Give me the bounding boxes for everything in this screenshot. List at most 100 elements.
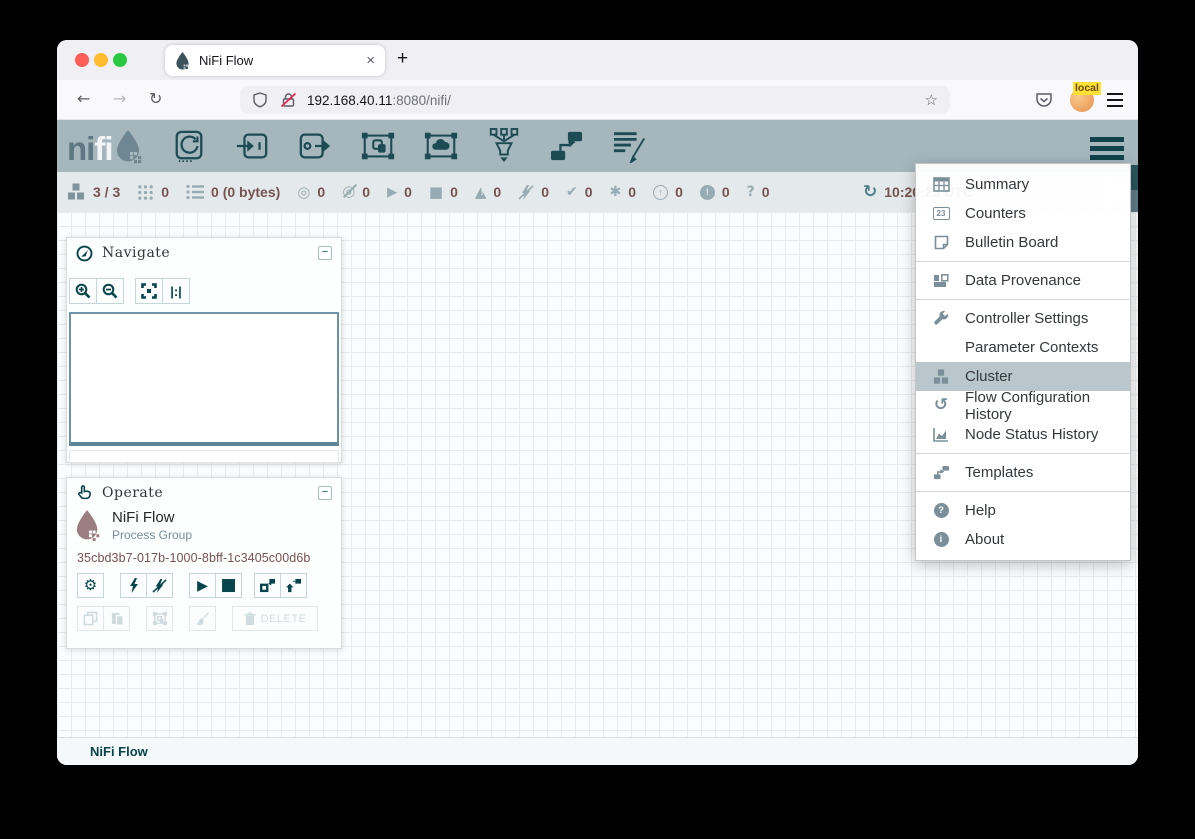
- status-running: ▶0: [387, 184, 412, 200]
- zoom-fit-button[interactable]: [135, 278, 163, 304]
- area-chart-icon: [930, 427, 952, 442]
- label-component-icon[interactable]: [610, 127, 650, 165]
- logo-text-ni: ni: [67, 134, 94, 164]
- zoom-in-button[interactable]: [69, 278, 97, 304]
- browser-menu-icon[interactable]: [1107, 93, 1123, 107]
- stopped-icon: ■: [429, 185, 443, 200]
- menu-separator: [916, 453, 1130, 454]
- url-text[interactable]: 192.168.40.11:8080/nifi/: [307, 93, 925, 108]
- start-button[interactable]: ▶: [189, 573, 216, 598]
- stop-button[interactable]: ■: [215, 573, 242, 598]
- menu-item-counters[interactable]: 23 Counters: [916, 199, 1130, 228]
- new-tab-button[interactable]: +: [397, 48, 408, 70]
- output-port-component-icon[interactable]: [295, 127, 335, 165]
- menu-item-node-status-history[interactable]: Node Status History: [916, 420, 1130, 449]
- menu-separator: [916, 491, 1130, 492]
- save-template-button[interactable]: [254, 573, 281, 598]
- disable-button[interactable]: [146, 573, 173, 598]
- delete-button[interactable]: DELETE: [232, 606, 318, 631]
- summary-table-icon: [930, 177, 952, 192]
- pocket-icon[interactable]: [1035, 92, 1053, 108]
- controller-settings-wrench-icon: [930, 311, 952, 327]
- status-up-to-date: ✔0: [566, 184, 593, 200]
- logo-text-fi: fi: [94, 134, 112, 164]
- operate-panel-title: Operate: [102, 485, 309, 501]
- status-locally-modified-stale: !0: [700, 184, 730, 200]
- menu-item-flow-configuration-history[interactable]: ↺ Flow Configuration History: [916, 391, 1130, 420]
- template-component-icon[interactable]: [547, 127, 587, 165]
- status-locally-modified: ✱0: [610, 184, 637, 200]
- stale-arrow-icon: ↑: [653, 185, 668, 200]
- insecure-lock-icon[interactable]: [280, 92, 297, 108]
- paste-button[interactable]: [103, 606, 130, 631]
- navigate-compass-icon: [76, 245, 93, 262]
- url-host: 192.168.40.11: [307, 93, 392, 108]
- zoom-window-button[interactable]: [113, 53, 127, 67]
- minimap-footer: [69, 450, 339, 463]
- menu-item-data-provenance[interactable]: Data Provenance: [916, 266, 1130, 295]
- process-group-droplet-icon: [75, 508, 101, 542]
- color-brush-button[interactable]: [189, 606, 216, 631]
- status-cluster: 3 / 3: [66, 183, 120, 201]
- menu-item-about[interactable]: i About: [916, 525, 1130, 554]
- birdseye-minimap[interactable]: [69, 312, 339, 446]
- navigation-bar: ← → ↻ 192.168.40.11:8080/nifi/ ☆ local: [57, 80, 1138, 120]
- menu-item-bulletin-board[interactable]: Bulletin Board: [916, 228, 1130, 257]
- operate-collapse-button[interactable]: −: [318, 486, 332, 500]
- zoom-out-button[interactable]: [96, 278, 124, 304]
- nifi-logo: nifi: [67, 128, 143, 164]
- navigate-panel: Navigate −: [66, 237, 342, 463]
- minimize-window-button[interactable]: [94, 53, 108, 67]
- menu-item-templates[interactable]: Templates: [916, 458, 1130, 487]
- navigate-collapse-button[interactable]: −: [318, 246, 332, 260]
- back-icon[interactable]: ←: [77, 89, 90, 108]
- browser-window: NiFi Flow × + ← → ↻ 192.168.40.11:8080/n…: [57, 40, 1138, 765]
- operate-panel: Operate − NiFi Flow Process Group 35cbd3…: [66, 477, 342, 649]
- refresh-icon[interactable]: ↻: [863, 182, 877, 202]
- status-queued: 0 (0 bytes): [186, 184, 280, 200]
- queued-list-icon: [186, 184, 204, 200]
- reload-icon[interactable]: ↻: [149, 89, 162, 108]
- close-window-button[interactable]: [75, 53, 89, 67]
- copy-button[interactable]: [77, 606, 104, 631]
- cluster-icon: [66, 183, 86, 201]
- breadcrumb-label[interactable]: NiFi Flow: [90, 744, 148, 759]
- forward-icon[interactable]: →: [113, 89, 126, 108]
- header-edge-accent: [1130, 165, 1138, 190]
- menu-item-cluster[interactable]: Cluster: [916, 362, 1130, 391]
- enable-button[interactable]: [120, 573, 147, 598]
- group-button[interactable]: [146, 606, 173, 631]
- locally-modified-stale-icon: !: [700, 185, 715, 200]
- menu-item-help[interactable]: ? Help: [916, 496, 1130, 525]
- input-port-component-icon[interactable]: [232, 127, 272, 165]
- up-to-date-check-icon: ✔: [566, 185, 578, 199]
- running-icon: ▶: [387, 186, 397, 199]
- menu-item-summary[interactable]: Summary: [916, 170, 1130, 199]
- component-type: Process Group: [112, 528, 192, 542]
- process-group-component-icon[interactable]: [358, 127, 398, 165]
- component-id: 35cbd3b7-017b-1000-8bff-1c3405c00d6b: [67, 542, 341, 565]
- upload-template-button[interactable]: [280, 573, 307, 598]
- funnel-component-icon[interactable]: [484, 127, 524, 165]
- help-icon: ?: [930, 503, 952, 518]
- processor-component-icon[interactable]: [169, 127, 209, 165]
- profile-badge: local: [1073, 82, 1101, 95]
- operate-panel-header: Operate −: [67, 478, 341, 508]
- url-bar[interactable]: 192.168.40.11:8080/nifi/ ☆: [240, 86, 950, 114]
- global-menu-button[interactable]: [1090, 137, 1124, 160]
- history-icon: ↺: [930, 397, 952, 414]
- remote-process-group-component-icon[interactable]: [421, 127, 461, 165]
- nifi-favicon: [175, 52, 190, 70]
- browser-tab[interactable]: NiFi Flow ×: [165, 45, 385, 76]
- zoom-actual-size-button[interactable]: |:|: [162, 278, 190, 304]
- configure-button[interactable]: ⚙: [77, 573, 104, 598]
- component-name: NiFi Flow: [112, 509, 192, 526]
- tab-close-icon[interactable]: ×: [366, 53, 375, 68]
- locally-modified-asterisk-icon: ✱: [610, 185, 622, 199]
- bookmark-star-icon[interactable]: ☆: [925, 91, 938, 109]
- menu-item-parameter-contexts[interactable]: Parameter Contexts: [916, 333, 1130, 362]
- nifi-page: nifi: [57, 120, 1138, 765]
- shield-icon[interactable]: [252, 92, 268, 108]
- status-transmitting: ◎0: [297, 184, 325, 200]
- menu-item-controller-settings[interactable]: Controller Settings: [916, 304, 1130, 333]
